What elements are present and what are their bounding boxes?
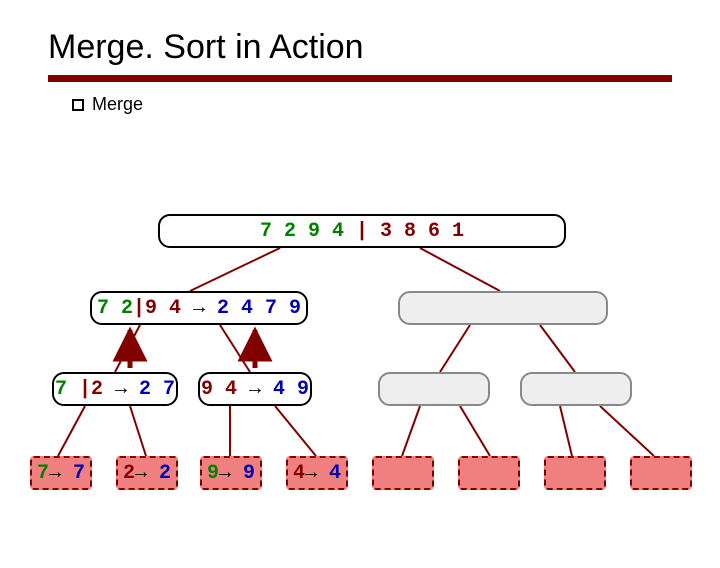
leaf-c: 9 → 9 <box>200 456 262 490</box>
leaf-a: 7 → 7 <box>30 456 92 490</box>
bullet-box <box>72 99 84 111</box>
lc-in: 9 <box>207 462 219 485</box>
leaf-e-empty <box>372 456 434 490</box>
title-underline <box>48 75 672 82</box>
node-l1-left: 7 2 | 9 4 → 2 4 7 9 <box>90 291 308 325</box>
merge-sort-tree: 7 2 9 4 | 3 8 6 1 7 2 | 9 4 → 2 4 7 9 7 … <box>0 198 720 528</box>
l2a-sep: | <box>67 378 91 401</box>
ld-in: 4 <box>293 462 305 485</box>
l2a-out: 2 7 <box>139 378 175 401</box>
lb-out: 2 <box>159 462 171 485</box>
lc-out: 9 <box>243 462 255 485</box>
l1l-a: 7 2 <box>97 297 133 320</box>
bullet-label: Merge <box>92 94 143 114</box>
node-l2-b: 9 4 → 4 9 <box>198 372 312 406</box>
root-right: 3 8 6 1 <box>380 220 464 243</box>
node-l2-a: 7 | 2 → 2 7 <box>52 372 178 406</box>
leaf-b: 2 → 2 <box>116 456 178 490</box>
l1l-arrow: → <box>181 297 217 320</box>
slide-title: Merge. Sort in Action <box>48 28 720 67</box>
root-sep: | <box>344 220 380 243</box>
l2b-arrow: → <box>237 378 273 401</box>
la-in: 7 <box>37 462 49 485</box>
root-left: 7 2 9 4 <box>260 220 344 243</box>
leaf-g-empty <box>544 456 606 490</box>
la-ar: → <box>49 462 73 485</box>
leaf-d: 4 → 4 <box>286 456 348 490</box>
l1l-b: 9 4 <box>145 297 181 320</box>
leaf-h-empty <box>630 456 692 490</box>
node-root: 7 2 9 4 | 3 8 6 1 <box>158 214 566 248</box>
la-out: 7 <box>73 462 85 485</box>
l1l-sep: | <box>133 297 145 320</box>
l2b-out: 4 9 <box>273 378 309 401</box>
lc-ar: → <box>219 462 243 485</box>
lb-ar: → <box>135 462 159 485</box>
leaf-f-empty <box>458 456 520 490</box>
l2a-b: 2 <box>91 378 103 401</box>
l2b-a: 9 4 <box>201 378 237 401</box>
bullet-merge: Merge <box>72 94 720 115</box>
ld-ar: → <box>305 462 329 485</box>
node-l2-d-empty <box>520 372 632 406</box>
l2a-a: 7 <box>55 378 67 401</box>
l1l-out: 2 4 7 9 <box>217 297 301 320</box>
ld-out: 4 <box>329 462 341 485</box>
l2a-arrow: → <box>103 378 139 401</box>
node-l2-c-empty <box>378 372 490 406</box>
node-l1-right-empty <box>398 291 608 325</box>
lb-in: 2 <box>123 462 135 485</box>
